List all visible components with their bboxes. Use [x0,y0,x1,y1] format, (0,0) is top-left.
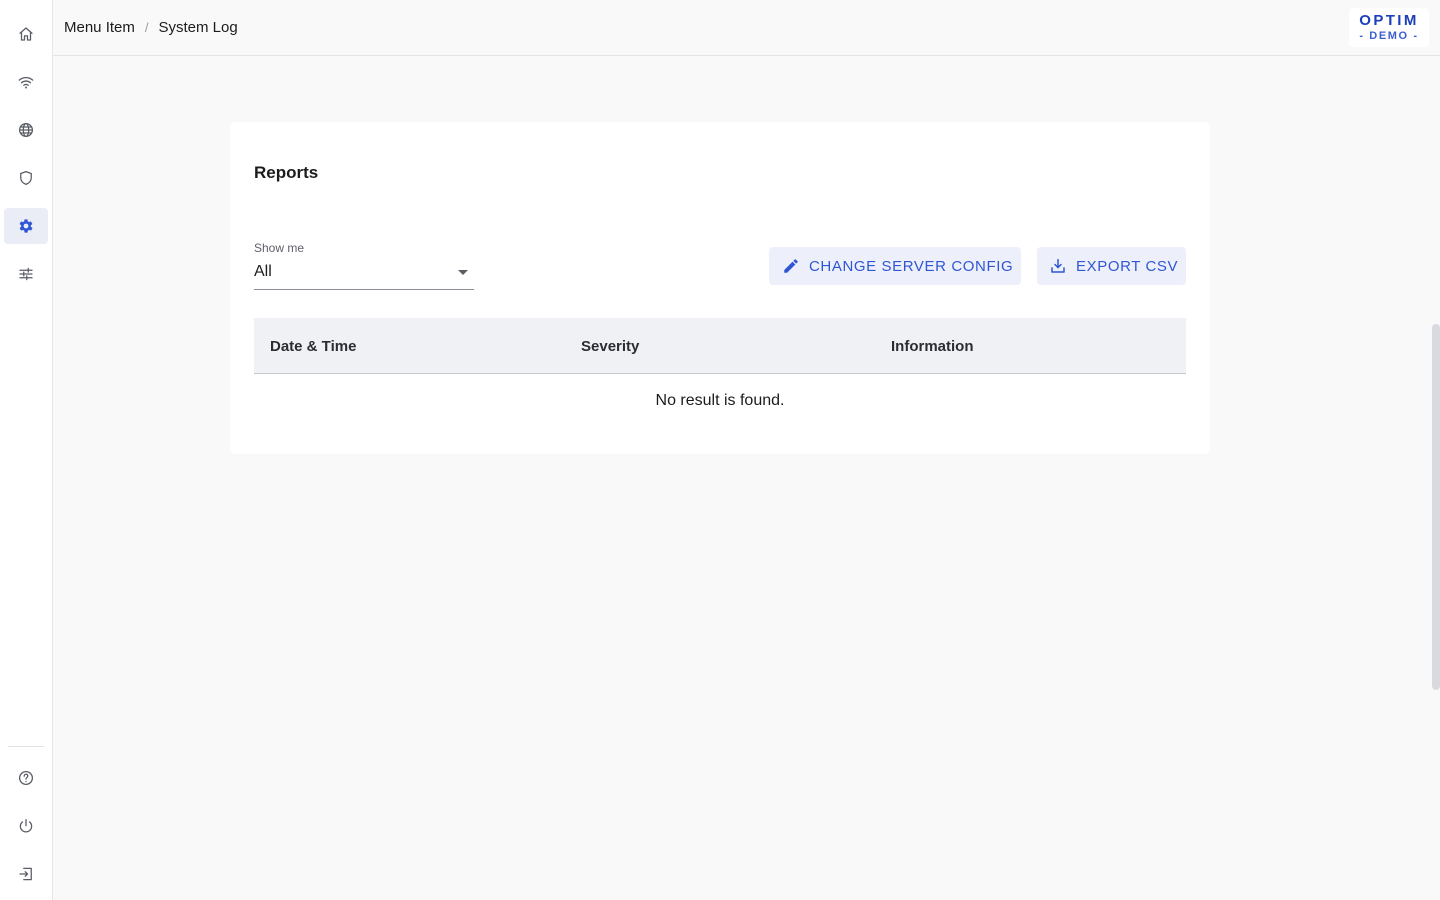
top-bar: Menu Item / System Log OPTIM - DEMO - [53,0,1440,56]
nav-home-button[interactable] [4,16,48,52]
breadcrumb: Menu Item / System Log [64,19,238,36]
sidebar-divider [8,746,44,747]
logout-icon [19,867,32,881]
export-csv-label: EXPORT CSV [1076,257,1179,275]
sidebar [0,0,53,900]
show-me-select[interactable]: Show me All [254,241,474,290]
logo-wordmark: OPTIM [1359,12,1419,29]
scrollbar-thumb[interactable] [1432,324,1440,690]
table-header: Date & Time Severity Information [254,318,1186,374]
breadcrumb-item-menu[interactable]: Menu Item [64,19,135,36]
reports-card: Reports Show me All CHANGE SERVER CONFIG… [230,122,1210,454]
export-csv-button[interactable]: EXPORT CSV [1037,247,1186,285]
nav-tuning-button[interactable] [4,256,48,292]
show-me-label: Show me [254,241,305,255]
gear-icon [19,219,33,233]
download-icon [1051,258,1065,273]
page-scrollbar[interactable] [1430,56,1440,900]
nav-security-button[interactable] [4,160,48,196]
column-header-severity[interactable]: Severity [581,338,639,355]
logout-button[interactable] [4,856,48,892]
nav-wifi-button[interactable] [4,64,48,100]
power-button[interactable] [4,808,48,844]
logo-subtitle: - DEMO - [1359,30,1419,42]
nav-settings-button[interactable] [4,208,48,244]
breadcrumb-separator: / [144,20,149,35]
system-log-table: Date & Time Severity Information No resu… [254,318,1186,409]
change-server-config-button[interactable]: CHANGE SERVER CONFIG [769,247,1021,285]
globe-icon [18,122,34,138]
shield-icon [20,170,32,186]
caret-down-icon [458,270,468,275]
change-server-config-label: CHANGE SERVER CONFIG [809,257,1014,275]
show-me-value: All [254,263,272,280]
pencil-icon [784,259,798,273]
nav-globe-button[interactable] [4,112,48,148]
sliders-icon [19,267,33,281]
breadcrumb-item-current: System Log [158,19,238,36]
power-icon [19,818,33,833]
wifi-icon [18,76,34,89]
column-header-information[interactable]: Information [891,338,974,355]
help-icon [18,770,34,786]
page-title: Reports [254,163,319,182]
empty-state-message: No result is found. [655,392,785,409]
help-button[interactable] [4,760,48,796]
column-header-date-time[interactable]: Date & Time [270,338,356,355]
home-icon [19,27,33,41]
brand-logo: OPTIM - DEMO - [1349,8,1429,47]
